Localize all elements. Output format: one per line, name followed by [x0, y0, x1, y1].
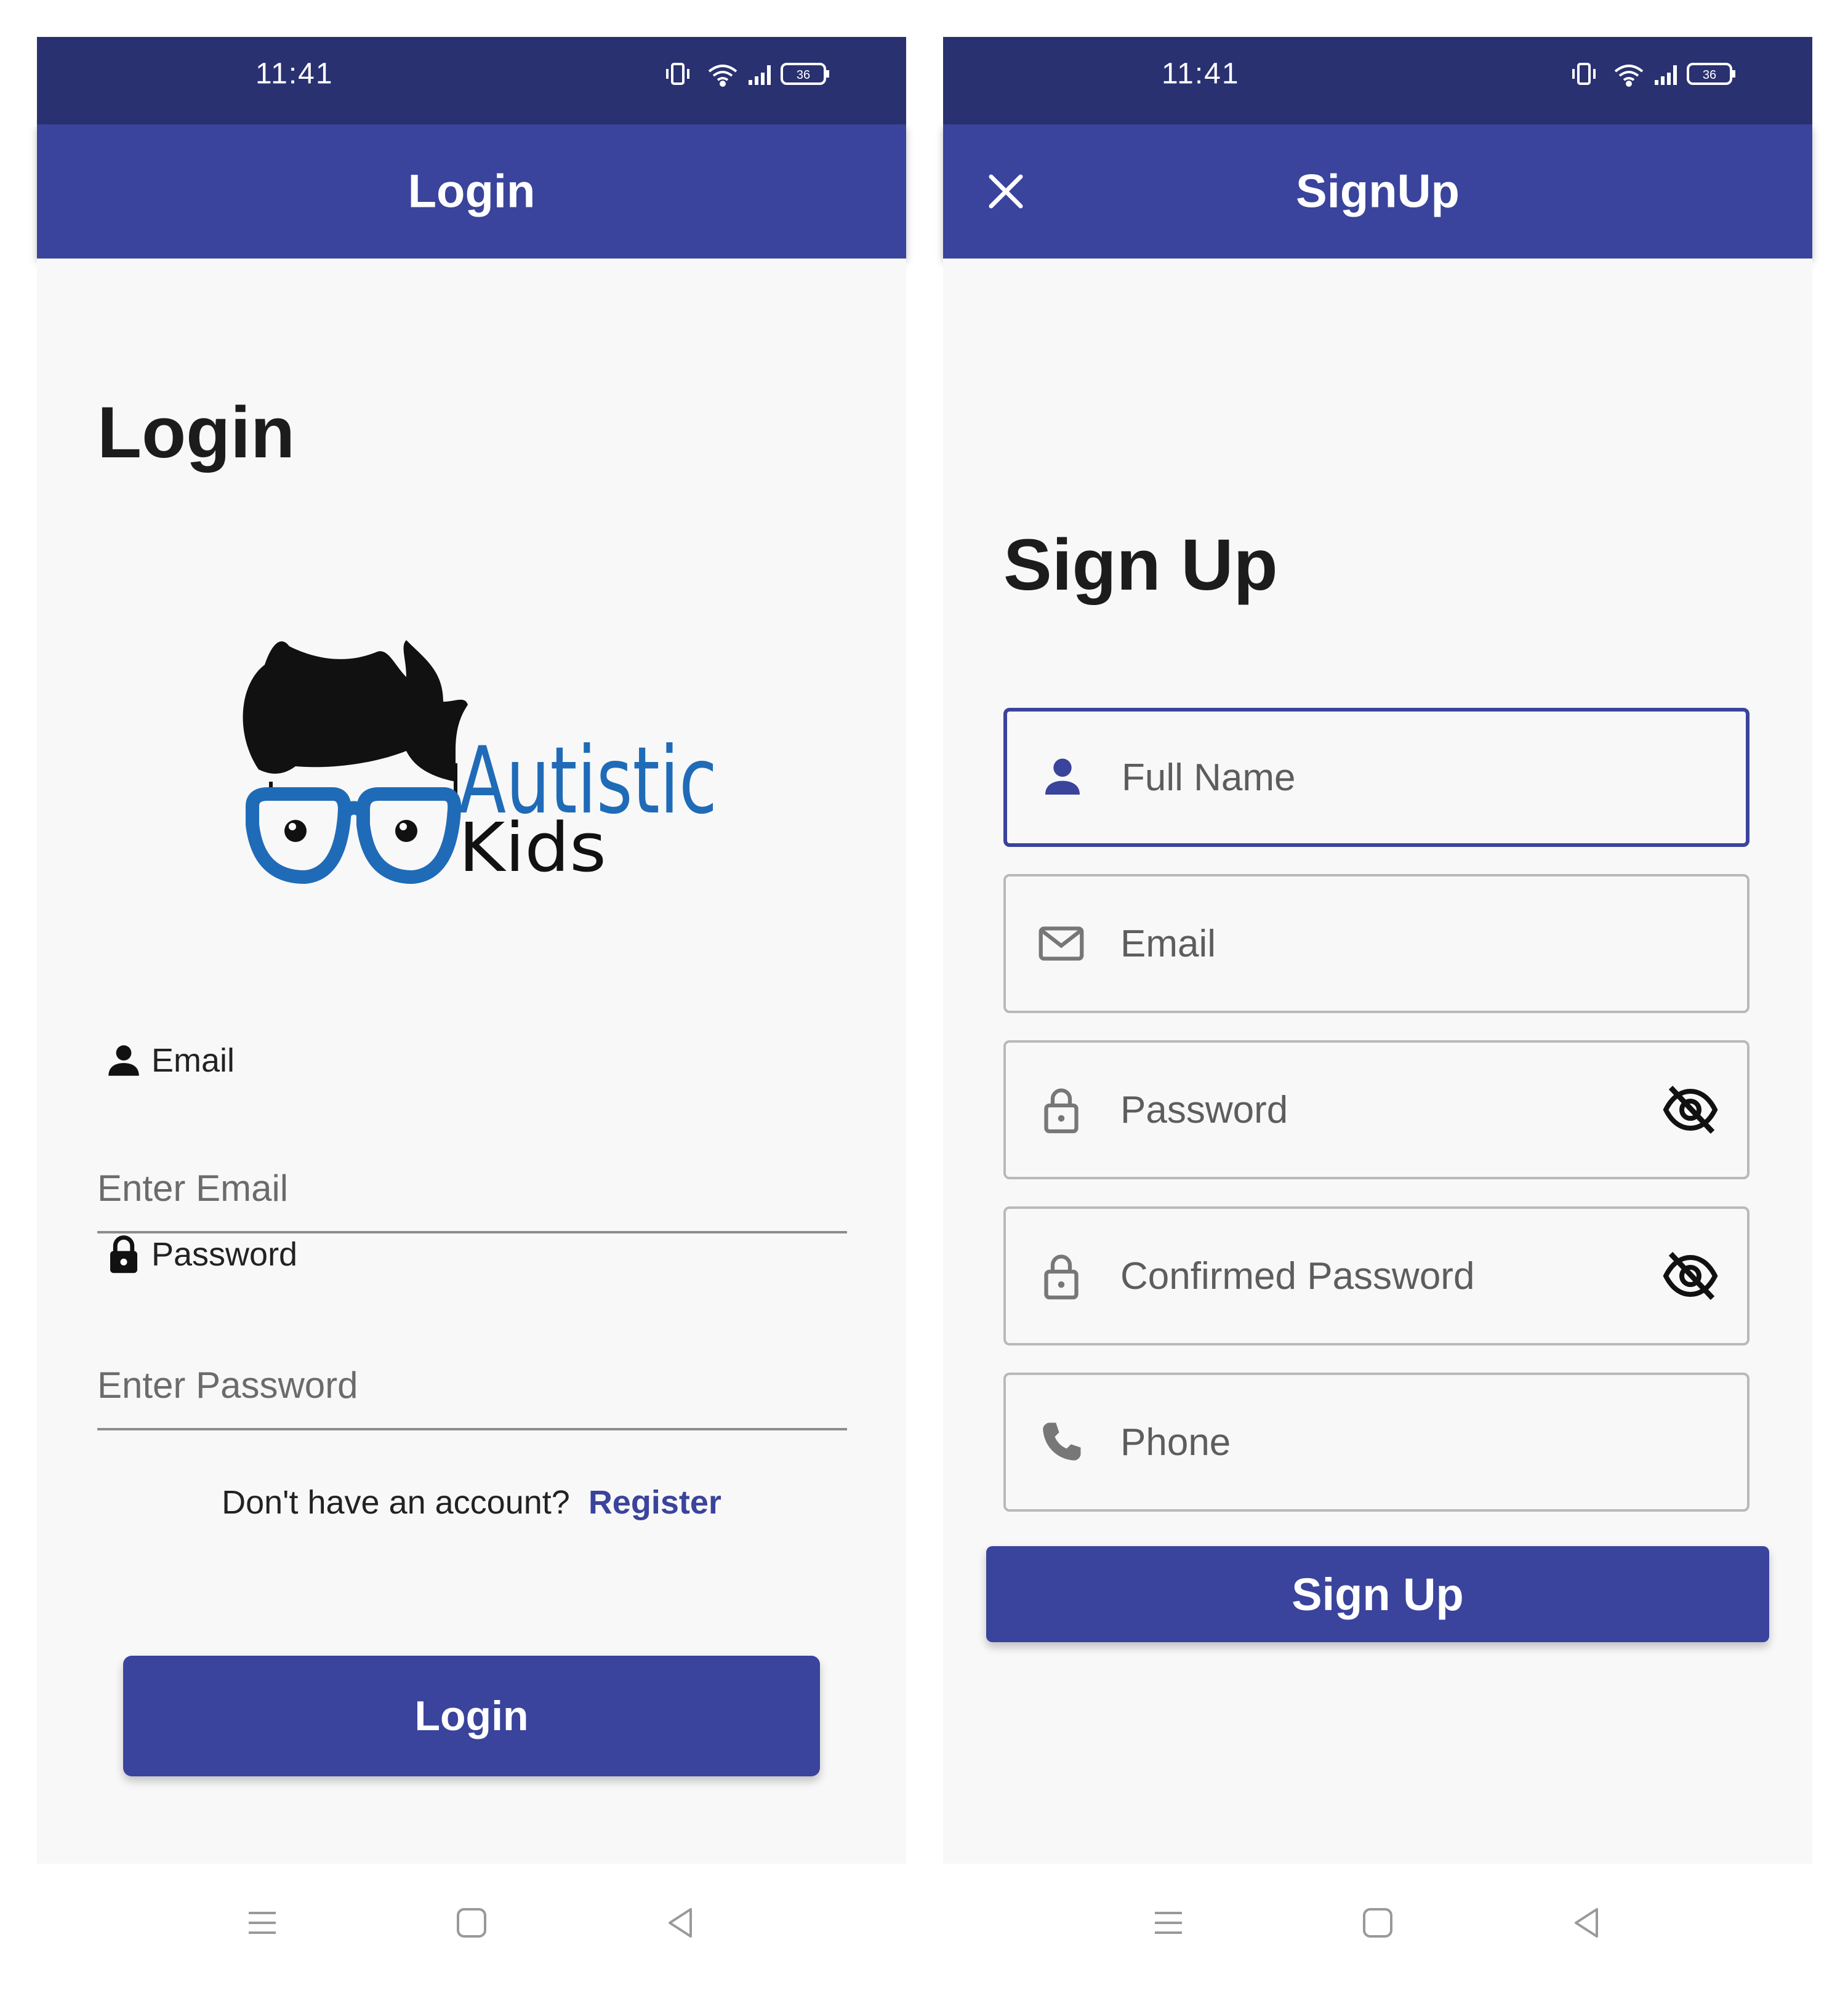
lock-icon [110, 1235, 137, 1273]
signal-icon [749, 65, 771, 85]
phone-field[interactable] [1003, 1373, 1750, 1512]
password-field[interactable] [1003, 1040, 1750, 1179]
app-bar: SignUp [943, 124, 1812, 259]
signup-content: Sign Up Full Name Email Phone Sign Up [943, 259, 1812, 1864]
password-label-text: Password [151, 1236, 298, 1273]
app-bar-title: Login [408, 165, 536, 218]
login-screen: 11:41 36 Login Login Autistic Kids Email… [37, 37, 906, 1982]
mail-icon [1038, 926, 1084, 961]
email-label-text: Email [151, 1042, 235, 1079]
back-icon[interactable] [664, 1906, 698, 1940]
page-title: Sign Up [1003, 524, 1278, 606]
back-icon[interactable] [1570, 1906, 1604, 1940]
phone-input[interactable] [1120, 1375, 1625, 1509]
signal-icon [1655, 65, 1677, 85]
full-name-field[interactable] [1003, 708, 1750, 847]
wifi-icon [1614, 65, 1644, 87]
battery-icon: 36 [1687, 63, 1735, 85]
visibility-off-icon[interactable] [1661, 1080, 1720, 1139]
vibrate-icon [666, 63, 689, 85]
signup-button[interactable]: Sign Up [986, 1546, 1769, 1642]
svg-text:36: 36 [797, 68, 810, 82]
menu-icon[interactable] [245, 1906, 279, 1940]
vibrate-icon [1572, 63, 1596, 85]
wifi-icon [708, 65, 737, 87]
status-bar: 11:41 36 [37, 37, 906, 124]
no-account-text: Don't have an account? [222, 1484, 570, 1521]
email-label: Email [103, 1040, 235, 1081]
status-time: 11:41 [255, 57, 334, 90]
confirm-password-input[interactable] [1120, 1209, 1625, 1343]
home-icon[interactable] [1360, 1906, 1395, 1940]
signup-screen: 11:41 36 SignUp Sign Up Full Name Email … [943, 37, 1812, 1982]
lock-icon [1044, 1254, 1079, 1300]
app-bar-title: SignUp [1296, 165, 1460, 218]
battery-icon: 36 [781, 63, 829, 85]
visibility-off-icon[interactable] [1661, 1246, 1720, 1305]
page-title: Login [97, 392, 295, 473]
password-input[interactable] [97, 1342, 847, 1430]
lock-icon [1044, 1088, 1079, 1134]
logo-word-kids: Kids [459, 808, 606, 887]
autistic-kids-logo: Autistic Kids [222, 628, 739, 917]
register-row: Don't have an account? Register [37, 1483, 906, 1522]
login-content: Login Autistic Kids Email Enter Email Pa… [37, 259, 906, 1864]
system-nav-bar [37, 1864, 906, 1982]
app-bar: Login [37, 124, 906, 259]
email-input[interactable] [97, 1145, 847, 1233]
login-button[interactable]: Login [123, 1656, 820, 1776]
person-icon [108, 1045, 139, 1076]
phone-icon [1043, 1422, 1081, 1461]
menu-icon[interactable] [1151, 1906, 1186, 1940]
email-field[interactable] [1003, 874, 1750, 1013]
password-label: Password [103, 1234, 297, 1275]
system-nav-bar [943, 1864, 1812, 1982]
svg-text:36: 36 [1703, 68, 1716, 82]
email-input[interactable] [1120, 876, 1625, 1011]
full-name-input[interactable] [1122, 712, 1626, 843]
confirm-password-field[interactable] [1003, 1206, 1750, 1345]
status-icons: 36 [666, 59, 851, 89]
person-icon [1045, 758, 1080, 795]
home-icon[interactable] [454, 1906, 489, 1940]
register-link[interactable]: Register [589, 1484, 721, 1521]
status-time: 11:41 [1162, 57, 1240, 90]
password-input[interactable] [1120, 1043, 1625, 1177]
status-bar: 11:41 36 [943, 37, 1812, 124]
status-icons: 36 [1572, 59, 1757, 89]
